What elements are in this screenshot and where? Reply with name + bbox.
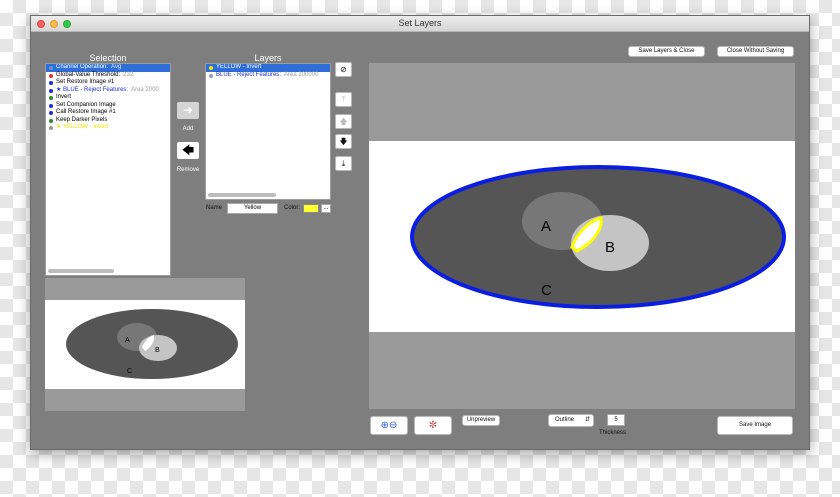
move-top-button[interactable]: ⤒ [335, 92, 352, 107]
color-label: Color: [284, 205, 301, 211]
selection-item[interactable]: Set Restore Image #1 [46, 79, 170, 87]
selection-item-color-dot [49, 103, 53, 108]
selection-list[interactable]: Channel Operation: Avg Global-Value Thresh… [45, 63, 171, 276]
add-label: Add [182, 126, 194, 132]
title-bar: Set Layers [31, 16, 809, 32]
selection-item[interactable]: Call Restore Image #1 [46, 109, 170, 117]
arrow-left-icon: 🡄 [181, 143, 195, 157]
move-up-button[interactable]: 🡅 [335, 114, 352, 129]
selection-item[interactable]: Set Companion Image [46, 102, 170, 110]
layers-item-detail: Area 200000 [284, 71, 319, 78]
layer-name-field[interactable]: Yellow [227, 203, 278, 214]
preview-label-b: B [605, 239, 615, 256]
thumbnail-label-b: B [155, 347, 160, 354]
clear-layer-button[interactable]: ⊘ [335, 62, 352, 77]
thumbnail-image: A B C [45, 300, 245, 389]
move-bottom-icon: ⤓ [341, 159, 346, 168]
move-down-icon: 🡇 [339, 137, 348, 146]
unpreview-button[interactable]: Unpreview [462, 415, 500, 426]
thickness-field[interactable]: 5 [607, 414, 625, 426]
mode-select-value: Outline [555, 417, 575, 423]
updown-chevron-icon: ⇵ [584, 417, 590, 423]
selection-item-color-dot [49, 88, 53, 93]
selection-item-color-dot [49, 66, 53, 70]
selection-item-label: ★ BLUE - Reject Features: [56, 86, 129, 93]
move-bottom-button[interactable]: ⤓ [335, 156, 352, 171]
clear-icon: ⊘ [340, 65, 347, 74]
selection-scrollbar[interactable] [48, 269, 114, 273]
selection-item-label: Invert [56, 94, 72, 100]
add-button[interactable]: ➜ [177, 102, 199, 119]
save-layers-close-button[interactable]: Save Layers & Close [628, 46, 705, 57]
selection-item-detail: Avg [111, 64, 122, 70]
selection-item[interactable]: Channel Operation: Avg [46, 64, 170, 72]
thumbnail-label-a: A [125, 337, 130, 344]
layers-scrollbar[interactable] [208, 193, 276, 197]
mode-select[interactable]: Outline ⇵ [548, 414, 594, 427]
selection-item[interactable]: ★ YELLOW - Invert [46, 124, 170, 132]
selection-item[interactable]: ★ BLUE - Reject Features: Area 2000 [46, 87, 170, 95]
remove-label: Remove [176, 167, 200, 173]
selection-item[interactable]: Keep Darker Pixels [46, 117, 170, 125]
selection-item-color-dot [49, 73, 53, 78]
layers-list[interactable]: YELLOW - Invert BLUE - Reject Features: Ar… [205, 63, 331, 200]
move-up-icon: 🡅 [339, 117, 348, 126]
selection-item-label: Set Restore Image #1 [56, 79, 115, 85]
move-down-button[interactable]: 🡇 [335, 134, 352, 149]
selection-item-label: Keep Darker Pixels [56, 116, 108, 123]
preview-image: A B C [369, 141, 795, 332]
zoom-button[interactable]: ⊕⊖ [370, 416, 408, 435]
zoom-in-out-icon: ⊕⊖ [380, 420, 398, 431]
selection-item-color-dot [49, 118, 53, 123]
selection-item[interactable]: Invert [46, 94, 170, 102]
layers-item-label: BLUE - Reject Features: [216, 71, 282, 78]
selection-title: Selection [89, 53, 127, 63]
selection-item-color-dot [49, 126, 53, 130]
preview-panel: A B C [369, 63, 795, 409]
selection-item-color-dot [49, 96, 53, 100]
arrow-right-icon: ➜ [182, 103, 194, 117]
save-image-button[interactable]: Save Image [717, 416, 793, 435]
selection-item[interactable]: Global-Value Threshold: 232 [46, 72, 170, 80]
layers-item-label: YELLOW - Invert [216, 64, 262, 70]
layers-title: Layers [254, 53, 282, 63]
color-wheel-button[interactable]: ✼ [414, 416, 452, 435]
layers-item-color-dot [209, 73, 213, 78]
preview-label-c: C [541, 282, 552, 299]
layers-item-color-dot [209, 66, 213, 70]
selection-item-label: Global-Value Threshold: [56, 71, 121, 78]
selection-item-label: Call Restore Image #1 [56, 109, 116, 115]
thumbnail-label-c: C [127, 368, 132, 375]
selection-item-detail: Area 2000 [131, 86, 159, 93]
layers-item[interactable]: YELLOW - Invert [206, 64, 330, 72]
window-title: Set Layers [398, 18, 442, 28]
move-top-icon: ⤒ [341, 95, 346, 104]
selection-item-color-dot [49, 111, 53, 115]
preview-label-a: A [541, 218, 551, 235]
thickness-label: Thickness [599, 430, 627, 436]
remove-button[interactable]: 🡄 [177, 142, 199, 159]
selection-item-label: Set Companion Image [56, 101, 116, 108]
selection-item-color-dot [49, 81, 53, 85]
selection-item-label: Channel Operation: [56, 64, 109, 70]
close-without-saving-button[interactable]: Close Without Saving [717, 46, 794, 57]
thumbnail-panel: A B C [45, 278, 245, 411]
color-more-button[interactable]: ... [321, 204, 331, 213]
color-wheel-icon: ✼ [428, 420, 438, 431]
set-layers-window: Set Layers Selection Channel Operation: A… [30, 15, 810, 450]
layers-item[interactable]: BLUE - Reject Features: Area 200000 [206, 72, 330, 80]
name-label: Name [206, 205, 223, 211]
layer-color-swatch[interactable] [303, 204, 319, 213]
selection-item-label: ★ YELLOW - Invert [56, 124, 109, 130]
selection-item-detail: 232 [123, 71, 134, 78]
